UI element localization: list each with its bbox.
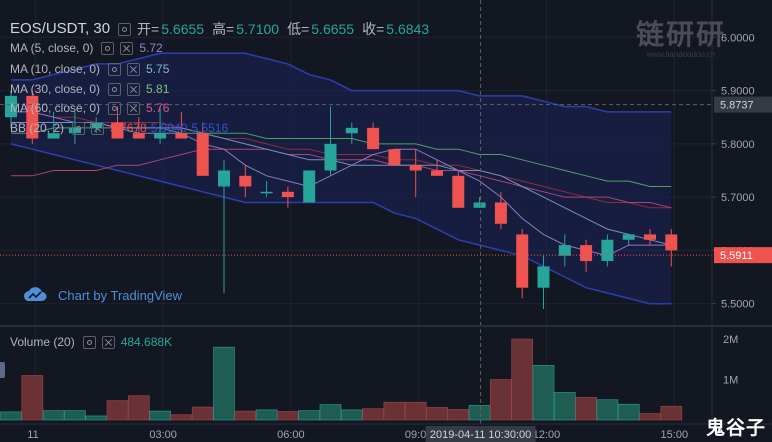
time-tick-label: 12:00 — [533, 429, 561, 441]
candle-body — [367, 127, 380, 150]
candle-body — [218, 170, 230, 187]
author-signature: 鬼谷子 — [705, 418, 766, 439]
gear-icon[interactable] — [108, 62, 122, 76]
price-tick-label: 5.8000 — [721, 139, 755, 151]
volume-bar — [511, 338, 534, 421]
price-tick-label: 5.9000 — [721, 86, 755, 98]
gear-icon[interactable] — [82, 335, 96, 349]
candle-body — [132, 133, 145, 139]
watermark-text: 链研研 — [635, 19, 726, 50]
volume-bar — [426, 407, 448, 421]
volume-bar — [447, 409, 470, 421]
candle-body — [516, 234, 529, 288]
gear-icon[interactable] — [108, 101, 122, 115]
gear-icon[interactable] — [101, 41, 115, 55]
volume-tick-label: 2M — [723, 334, 738, 346]
close-icon[interactable] — [91, 121, 105, 135]
close-icon[interactable] — [127, 101, 141, 115]
candle-body — [601, 239, 614, 262]
candle-body — [580, 245, 593, 262]
volume-bar — [106, 400, 129, 421]
candle-body — [644, 234, 656, 240]
volume-bar — [404, 401, 427, 421]
last-price-label: 5.5911 — [720, 250, 753, 262]
watermark-logo: 链研研 www.liandoodoo.cn — [626, 19, 736, 60]
crosshair-price-label: 5.8737 — [720, 100, 754, 112]
close-icon[interactable] — [127, 62, 141, 76]
volume-bar — [128, 395, 150, 421]
volume-bar — [42, 410, 65, 421]
candle-body — [452, 175, 465, 208]
candle-body — [196, 133, 209, 176]
volume-bar — [213, 346, 235, 421]
volume-bar — [319, 404, 342, 421]
side-panel-toggle[interactable] — [0, 362, 5, 378]
price-tick-label: 5.7000 — [721, 192, 755, 204]
volume-bar — [149, 410, 171, 421]
volume-bar — [64, 410, 86, 421]
candle-body — [494, 202, 507, 224]
tradingview-cloud-icon — [23, 287, 47, 301]
volume-bar — [383, 401, 406, 421]
candle-body — [239, 175, 252, 187]
candle-body — [409, 165, 422, 171]
time-tick-label: 11 — [27, 429, 38, 441]
symbol-settings-icon[interactable] — [118, 22, 132, 36]
volume-bar — [532, 365, 555, 421]
candle-body — [665, 234, 678, 251]
volume-bar — [255, 409, 278, 421]
volume-bar — [490, 379, 512, 421]
volume-bar — [617, 403, 640, 421]
candle-body — [281, 191, 294, 198]
volume-bar — [468, 405, 491, 421]
close-icon[interactable] — [101, 335, 115, 349]
time-axis-background — [0, 424, 772, 442]
candle-body — [175, 133, 188, 139]
volume-bar — [639, 413, 661, 421]
time-tick-label: 15:00 — [661, 429, 689, 441]
volume-bar — [660, 405, 683, 421]
candle-body — [5, 95, 17, 118]
volume-bar — [362, 408, 384, 421]
volume-tick-label: 1M — [723, 375, 738, 387]
candle-body — [537, 266, 550, 288]
candle-body — [473, 202, 486, 208]
volume-bar — [277, 411, 299, 421]
candle-body — [154, 133, 167, 139]
volume-bar — [575, 397, 597, 421]
close-icon[interactable] — [127, 82, 141, 96]
volume-bar — [85, 415, 107, 421]
gear-icon[interactable] — [108, 82, 122, 96]
candle-body — [558, 245, 571, 256]
volume-bar — [298, 410, 321, 421]
crosshair-time-label: 2019-04-11 10:30:00 — [430, 429, 531, 441]
candle-body — [303, 170, 316, 203]
volume-bar — [21, 375, 44, 421]
candle-body — [260, 191, 273, 194]
candle-body — [345, 127, 358, 134]
time-tick-label: 06:00 — [277, 429, 305, 441]
volume-bar — [340, 409, 363, 421]
tradingview-badge[interactable]: Chart by TradingView — [22, 287, 182, 303]
price-tick-label: 5.5000 — [721, 299, 755, 311]
volume-bar — [596, 399, 619, 421]
watermark-url: www.liandoodoo.cn — [646, 50, 716, 59]
candle-body — [26, 95, 39, 139]
candle-body — [47, 133, 60, 139]
candle-body — [324, 143, 337, 171]
gear-icon[interactable] — [72, 121, 86, 135]
time-tick-label: 03:00 — [149, 429, 177, 441]
volume-bar — [170, 414, 193, 421]
candle-body — [111, 122, 124, 139]
candle-body — [622, 234, 635, 240]
volume-bar — [191, 406, 214, 421]
tradingview-badge-label: Chart by TradingView — [58, 287, 183, 303]
candle-body — [431, 170, 443, 176]
close-icon[interactable] — [120, 41, 134, 55]
volume-bar — [0, 411, 22, 421]
volume-bar — [553, 392, 576, 421]
candle-body — [388, 149, 401, 166]
volume-bar — [234, 410, 257, 421]
